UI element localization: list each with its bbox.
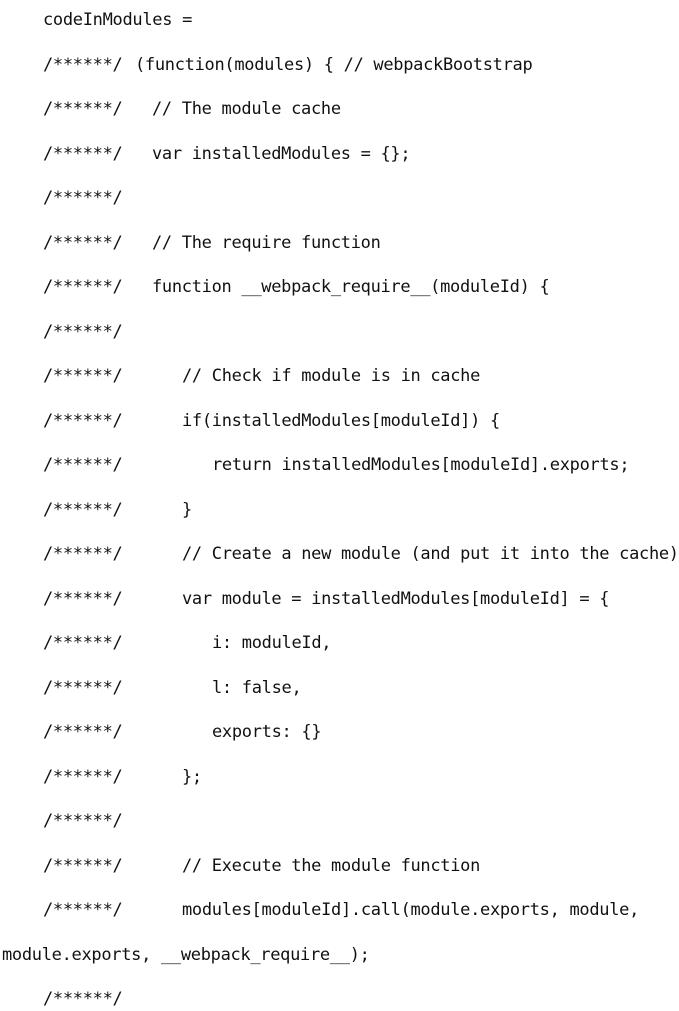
line-marker: /******/ bbox=[43, 277, 123, 297]
line-marker: /******/ bbox=[43, 677, 123, 698]
line-marker: /******/ bbox=[43, 99, 123, 119]
code-text: if(installedModules[moduleId]) { bbox=[182, 410, 500, 431]
code-line: /******/ modules[moduleId].call(module.ex… bbox=[0, 898, 679, 922]
code-line: /******/ var installedModules = {}; bbox=[0, 142, 679, 166]
line-marker: /******/ bbox=[43, 811, 123, 831]
code-line: /******/ bbox=[0, 320, 679, 344]
code-text: // Check if module is in cache bbox=[182, 366, 481, 386]
code-text: exports: {} bbox=[212, 722, 322, 742]
line-marker: /******/ bbox=[43, 544, 123, 564]
code-line: /******/} bbox=[0, 498, 679, 522]
code-line: /******/ i: moduleId, bbox=[0, 631, 679, 655]
code-line: /******/ // The require function bbox=[0, 231, 679, 255]
code-document: codeInModules = /******/ (function(modules… bbox=[0, 0, 679, 1009]
code-text: // The module cache bbox=[152, 99, 341, 119]
line-marker: /******/ bbox=[43, 633, 123, 653]
line-marker: /******/ bbox=[43, 366, 123, 386]
code-line: /******/}; bbox=[0, 765, 679, 789]
code-text: codeInModules = bbox=[43, 10, 193, 30]
code-text: modules[moduleId].call(module.exports, m… bbox=[182, 900, 640, 920]
line-marker: /******/ bbox=[43, 855, 123, 876]
code-line: /******/ if(installedModules[moduleId]) { bbox=[0, 409, 679, 433]
code-text: l: false, bbox=[212, 677, 302, 698]
line-marker: /******/ bbox=[43, 588, 123, 609]
code-line: /******/ bbox=[0, 809, 679, 833]
code-text: return installedModules[moduleId].export… bbox=[212, 455, 630, 475]
code-text: (function(modules) { // webpackBootstrap bbox=[135, 54, 533, 75]
line-marker: /******/ bbox=[43, 188, 123, 208]
code-line: /******/ var module = installedModules[mo… bbox=[0, 587, 679, 611]
code-line: /******/ // Check if module is in cache bbox=[0, 364, 679, 388]
code-text: // Execute the module function bbox=[182, 855, 481, 876]
code-text: }; bbox=[182, 766, 202, 787]
code-text: } bbox=[182, 499, 192, 520]
code-text: function __webpack_require__(moduleId) { bbox=[152, 277, 550, 297]
code-text: var module = installedModules[moduleId] … bbox=[182, 588, 610, 609]
line-marker: /******/ bbox=[43, 900, 123, 920]
line-marker: /******/ bbox=[43, 143, 123, 164]
line-marker: /******/ bbox=[43, 321, 123, 342]
line-marker: /******/ bbox=[43, 989, 123, 1009]
line-marker: /******/ bbox=[43, 499, 123, 520]
code-line: codeInModules = bbox=[0, 8, 679, 32]
code-line: /******/ // The module cache bbox=[0, 97, 679, 121]
code-text: // The require function bbox=[152, 232, 381, 253]
code-line: module.exports, __webpack_require__); bbox=[0, 943, 679, 967]
line-marker: /******/ bbox=[43, 232, 123, 253]
line-marker: /******/ bbox=[43, 54, 123, 75]
code-line: /******/ l: false, bbox=[0, 676, 679, 700]
code-text: // Create a new module (and put it into … bbox=[182, 544, 679, 564]
code-text: var installedModules = {}; bbox=[152, 143, 411, 164]
code-text: i: moduleId, bbox=[212, 633, 332, 653]
code-line: /******/ // Execute the module function bbox=[0, 854, 679, 878]
line-marker: /******/ bbox=[43, 410, 123, 431]
line-marker: /******/ bbox=[43, 766, 123, 787]
code-line: /******/ (function(modules) { // webpackB… bbox=[0, 53, 679, 77]
code-line: /******/ bbox=[0, 987, 679, 1011]
code-line: /******/ bbox=[0, 186, 679, 210]
code-text: module.exports, __webpack_require__); bbox=[2, 944, 370, 965]
code-line: /******/ return installedModules[moduleId… bbox=[0, 453, 679, 477]
code-line: /******/ // Create a new module (and put … bbox=[0, 542, 679, 566]
code-line: /******/ function __webpack_require__(mod… bbox=[0, 275, 679, 299]
line-marker: /******/ bbox=[43, 455, 123, 475]
code-line: /******/ exports: {} bbox=[0, 720, 679, 744]
line-marker: /******/ bbox=[43, 722, 123, 742]
